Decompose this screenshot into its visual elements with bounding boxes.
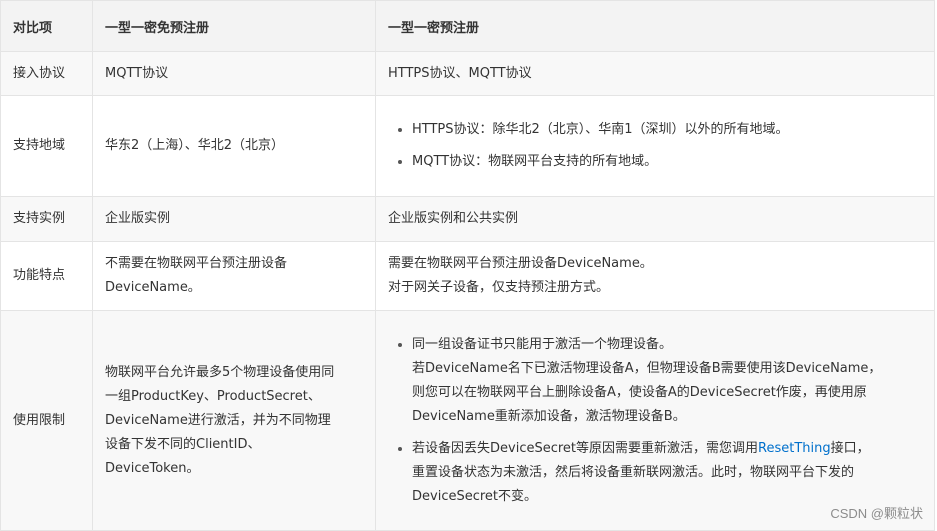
header-row: 对比项 一型一密免预注册 一型一密预注册: [0, 0, 935, 52]
list-item: HTTPS协议：除华北2（北京）、华南1（深圳）以外的所有地域。: [398, 118, 922, 142]
row-label: 支持地域: [0, 95, 93, 197]
text-line: 设备下发不同的ClientID、: [105, 436, 261, 452]
watermark: CSDN @颗粒状: [830, 506, 923, 521]
text-line: 不需要在物联网平台预注册设备: [105, 256, 288, 271]
table-cell: 企业版实例: [92, 196, 376, 242]
table-row: 支持实例 企业版实例 企业版实例和公共实例: [0, 196, 935, 242]
text-line: 若DeviceName名下已激活物理设备A，但物理设备B需要使用该DeviceN…: [412, 360, 882, 376]
text-line: 一组ProductKey、ProductSecret、: [105, 388, 321, 404]
header-no-preregister: 一型一密免预注册: [92, 0, 376, 52]
text-line: DeviceName进行激活，并为不同物理: [105, 412, 331, 428]
row-label: 功能特点: [0, 241, 93, 311]
row-label: 接入协议: [0, 51, 93, 96]
text-span: 若设备因丢失DeviceSecret等原因需要重新激活，需您调用: [412, 440, 759, 456]
table-cell: HTTPS协议：除华北2（北京）、华南1（深圳）以外的所有地域。 MQTT协议：…: [375, 95, 935, 197]
text-line: 物联网平台允许最多5个物理设备使用同: [105, 364, 335, 380]
text-line: 重置设备状态为未激活，然后将设备重新联网激活。此时，物联网平台下发的: [412, 464, 855, 480]
list-item: MQTT协议：物联网平台支持的所有地域。: [398, 150, 922, 174]
table-cell: 不需要在物联网平台预注册设备 DeviceName。: [92, 241, 376, 311]
text-line: 对于网关子设备，仅支持预注册方式。: [388, 280, 610, 295]
bullet-list: HTTPS协议：除华北2（北京）、华南1（深圳）以外的所有地域。 MQTT协议：…: [388, 118, 922, 174]
bullet-list: 同一组设备证书只能用于激活一个物理设备。 若DeviceName名下已激活物理设…: [388, 333, 922, 509]
table-row: 功能特点 不需要在物联网平台预注册设备 DeviceName。 需要在物联网平台…: [0, 241, 935, 311]
text-line: 则您可以在物联网平台上删除设备A，使设备A的DeviceSecret作废，再使用…: [412, 384, 867, 400]
header-preregister: 一型一密预注册: [375, 0, 935, 52]
header-compare-item: 对比项: [0, 0, 93, 52]
text-line: 若设备因丢失DeviceSecret等原因需要重新激活，需您调用ResetThi…: [412, 437, 922, 461]
row-label: 支持实例: [0, 196, 93, 242]
table-cell: 企业版实例和公共实例: [375, 196, 935, 242]
text-line: 同一组设备证书只能用于激活一个物理设备。: [412, 336, 673, 352]
text-span: 接口，: [830, 440, 870, 456]
table-row: 使用限制 物联网平台允许最多5个物理设备使用同 一组ProductKey、Pro…: [0, 310, 935, 531]
table-row: 支持地域 华东2（上海）、华北2（北京） HTTPS协议：除华北2（北京）、华南…: [0, 95, 935, 197]
comparison-table: 对比项 一型一密免预注册 一型一密预注册 接入协议 MQTT协议 HTTPS协议…: [0, 0, 935, 531]
text-line: DeviceName。: [105, 280, 201, 295]
list-item: 同一组设备证书只能用于激活一个物理设备。 若DeviceName名下已激活物理设…: [398, 333, 922, 429]
table-cell: 华东2（上海）、华北2（北京）: [92, 95, 376, 197]
row-label: 使用限制: [0, 310, 93, 531]
text-line: DeviceName重新添加设备，激活物理设备B。: [412, 408, 686, 424]
table-cell: 同一组设备证书只能用于激活一个物理设备。 若DeviceName名下已激活物理设…: [375, 310, 935, 531]
table-cell: MQTT协议: [92, 51, 376, 96]
table-cell: 需要在物联网平台预注册设备DeviceName。 对于网关子设备，仅支持预注册方…: [375, 241, 935, 311]
resetthing-link[interactable]: ResetThing: [758, 441, 831, 456]
list-item: 若设备因丢失DeviceSecret等原因需要重新激活，需您调用ResetThi…: [398, 437, 922, 509]
table-cell: 物联网平台允许最多5个物理设备使用同 一组ProductKey、ProductS…: [92, 310, 376, 531]
text-line: 需要在物联网平台预注册设备DeviceName。: [388, 256, 653, 271]
text-line: DeviceToken。: [105, 460, 200, 476]
table-cell: HTTPS协议、MQTT协议: [375, 51, 935, 96]
table-row: 接入协议 MQTT协议 HTTPS协议、MQTT协议: [0, 51, 935, 96]
